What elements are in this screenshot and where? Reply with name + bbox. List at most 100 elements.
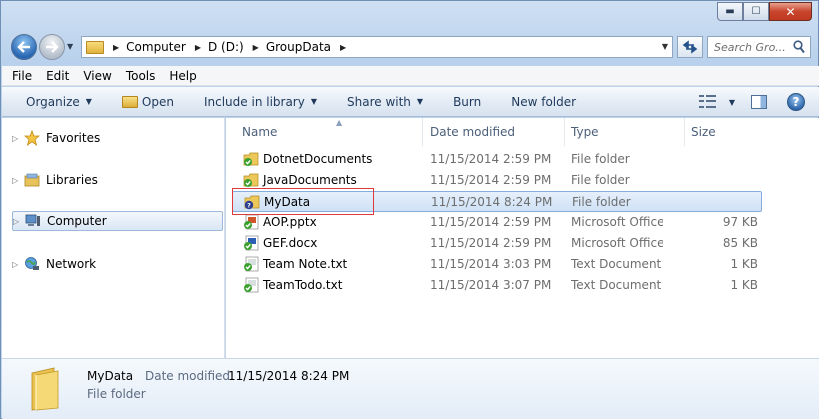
file-name: Team Note.txt <box>263 257 348 271</box>
organize-label: Organize <box>26 94 80 109</box>
network-icon <box>25 257 39 270</box>
column-header-label: Size <box>691 125 716 139</box>
forward-arrow-icon <box>46 41 59 53</box>
open-folder-icon <box>121 95 138 108</box>
organize-button[interactable]: Organize ▼ <box>26 95 92 109</box>
close-button[interactable]: ✕ <box>769 2 812 21</box>
change-view-icon[interactable] <box>698 95 717 109</box>
column-header-type[interactable]: Type <box>565 118 685 146</box>
menu-tools[interactable]: Tools <box>126 69 156 83</box>
back-button[interactable] <box>11 34 37 60</box>
search-box[interactable] <box>707 36 811 58</box>
open-button[interactable]: Open <box>121 95 174 109</box>
breadcrumb-separator-icon[interactable]: ▶ <box>195 43 201 52</box>
tree-item-network[interactable]: ▷ Network <box>12 254 96 274</box>
breadcrumb: ▶ Computer ▶ D (D:) ▶ GroupData ▶ <box>104 37 353 57</box>
breadcrumb-computer[interactable]: Computer <box>126 40 186 54</box>
table-row[interactable]: DotnetDocuments 11/15/2014 2:59 PM File fo… <box>232 149 762 170</box>
column-header-name[interactable]: Name ▲ <box>236 118 423 146</box>
chevron-down-icon: ▼ <box>416 97 424 106</box>
breadcrumb-drive[interactable]: D (D:) <box>208 40 244 54</box>
preview-pane-icon[interactable] <box>751 95 767 109</box>
file-name: DotnetDocuments <box>263 152 373 166</box>
details-pane: MyData Date modified: 11/15/2014 8:24 PM… <box>2 358 819 419</box>
file-size: 97 KB <box>722 215 758 229</box>
folder-icon <box>86 40 104 54</box>
table-row[interactable]: Team Note.txt 11/15/2014 3:03 PM Text Docu… <box>232 254 762 275</box>
new-folder-button[interactable]: New folder <box>511 95 576 109</box>
file-date: 11/15/2014 2:59 PM <box>430 215 552 229</box>
table-row[interactable]: TeamTodo.txt 11/15/2014 3:07 PM Text Docum… <box>232 275 762 296</box>
menu-edit[interactable]: Edit <box>46 69 69 83</box>
burn-button[interactable]: Burn <box>453 95 481 109</box>
table-row[interactable]: AOP.pptx 11/15/2014 2:59 PM Microsoft Offi… <box>232 212 762 233</box>
window-controls: ▬ ☐ ✕ <box>717 2 812 21</box>
expand-arrow-icon[interactable]: ▷ <box>12 176 24 185</box>
table-row[interactable]: GEF.docx 11/15/2014 2:59 PM Microsoft Offi… <box>232 233 762 254</box>
column-header-size[interactable]: Size <box>685 118 765 146</box>
tree-item-favorites[interactable]: ▷ Favorites <box>12 128 100 148</box>
file-date: 11/15/2014 3:03 PM <box>430 257 552 271</box>
file-type: File folder <box>571 152 630 166</box>
burn-label: Burn <box>453 94 482 109</box>
tree-item-label: Favorites <box>46 131 101 145</box>
column-header-date[interactable]: Date modified <box>424 118 565 146</box>
file-size: 1 KB <box>730 257 758 271</box>
view-options-chevron-icon[interactable]: ▼ <box>729 98 735 107</box>
back-arrow-icon <box>17 41 30 53</box>
address-bar[interactable]: ▶ Computer ▶ D (D:) ▶ GroupData ▶ ▼ <box>81 36 673 58</box>
file-size: 1 KB <box>730 278 758 292</box>
tree-item-label: Network <box>46 257 97 271</box>
file-type: File folder <box>571 173 630 187</box>
minimize-button[interactable]: ▬ <box>717 2 743 21</box>
folder-check-icon <box>243 173 259 187</box>
column-header-label: Type <box>571 125 599 139</box>
large-folder-icon <box>31 367 59 411</box>
refresh-button[interactable] <box>677 36 703 58</box>
navigation-pane: ▷ Favorites ▷ Libraries ▷ Computer ▷ Net… <box>2 118 225 358</box>
search-icon[interactable] <box>793 40 805 54</box>
toolbar-right: ▼ ? <box>698 87 819 117</box>
txt-check-icon <box>244 277 259 293</box>
pptx-check-icon <box>244 214 259 230</box>
breadcrumb-separator-icon[interactable]: ▶ <box>340 43 346 52</box>
expand-arrow-icon[interactable]: ▷ <box>12 134 24 143</box>
share-with-label: Share with <box>347 94 411 109</box>
column-header-label: Date modified <box>430 125 516 139</box>
help-icon[interactable]: ? <box>787 93 805 111</box>
explorer-window: ▬ ☐ ✕ ▼ ▶ Computer ▶ D (D:) ▶ GroupData … <box>0 0 819 419</box>
menu-help[interactable]: Help <box>169 69 196 83</box>
file-type: File folder <box>572 195 631 209</box>
share-with-button[interactable]: Share with ▼ <box>347 95 423 109</box>
star-icon <box>24 130 40 146</box>
docx-check-icon <box>244 235 259 251</box>
recent-pages-dropdown-icon[interactable]: ▼ <box>67 42 73 51</box>
tree-item-computer[interactable]: ▷ Computer <box>12 211 223 231</box>
search-input[interactable] <box>714 40 790 54</box>
expand-arrow-icon[interactable]: ▷ <box>12 260 24 269</box>
chevron-down-icon: ▼ <box>85 97 92 106</box>
file-date: 11/15/2014 2:59 PM <box>430 152 552 166</box>
breadcrumb-separator-icon[interactable]: ▶ <box>113 43 119 52</box>
tree-item-label: Libraries <box>46 173 98 187</box>
expand-arrow-icon[interactable]: ▷ <box>13 217 25 226</box>
tree-item-libraries[interactable]: ▷ Libraries <box>12 170 98 190</box>
maximize-button[interactable]: ☐ <box>743 2 769 21</box>
file-name: AOP.pptx <box>263 215 317 229</box>
address-dropdown-icon[interactable]: ▼ <box>662 42 668 51</box>
refresh-icon <box>682 40 698 54</box>
details-type: File folder <box>87 387 146 401</box>
include-in-library-button[interactable]: Include in library ▼ <box>204 95 317 109</box>
file-date: 11/15/2014 8:24 PM <box>431 195 553 209</box>
file-type: Text Document <box>571 278 662 292</box>
file-size: 85 KB <box>722 236 758 250</box>
breadcrumb-separator-icon[interactable]: ▶ <box>253 43 259 52</box>
menu-bar: File Edit View Tools Help <box>2 66 819 86</box>
breadcrumb-groupdata[interactable]: GroupData <box>266 40 331 54</box>
forward-button[interactable] <box>39 34 65 60</box>
menu-view[interactable]: View <box>83 69 111 83</box>
file-date: 11/15/2014 2:59 PM <box>430 173 552 187</box>
menu-file[interactable]: File <box>12 69 32 83</box>
file-date: 11/15/2014 3:07 PM <box>430 278 552 292</box>
navigation-bar: ▼ ▶ Computer ▶ D (D:) ▶ GroupData ▶ ▼ <box>9 34 812 60</box>
